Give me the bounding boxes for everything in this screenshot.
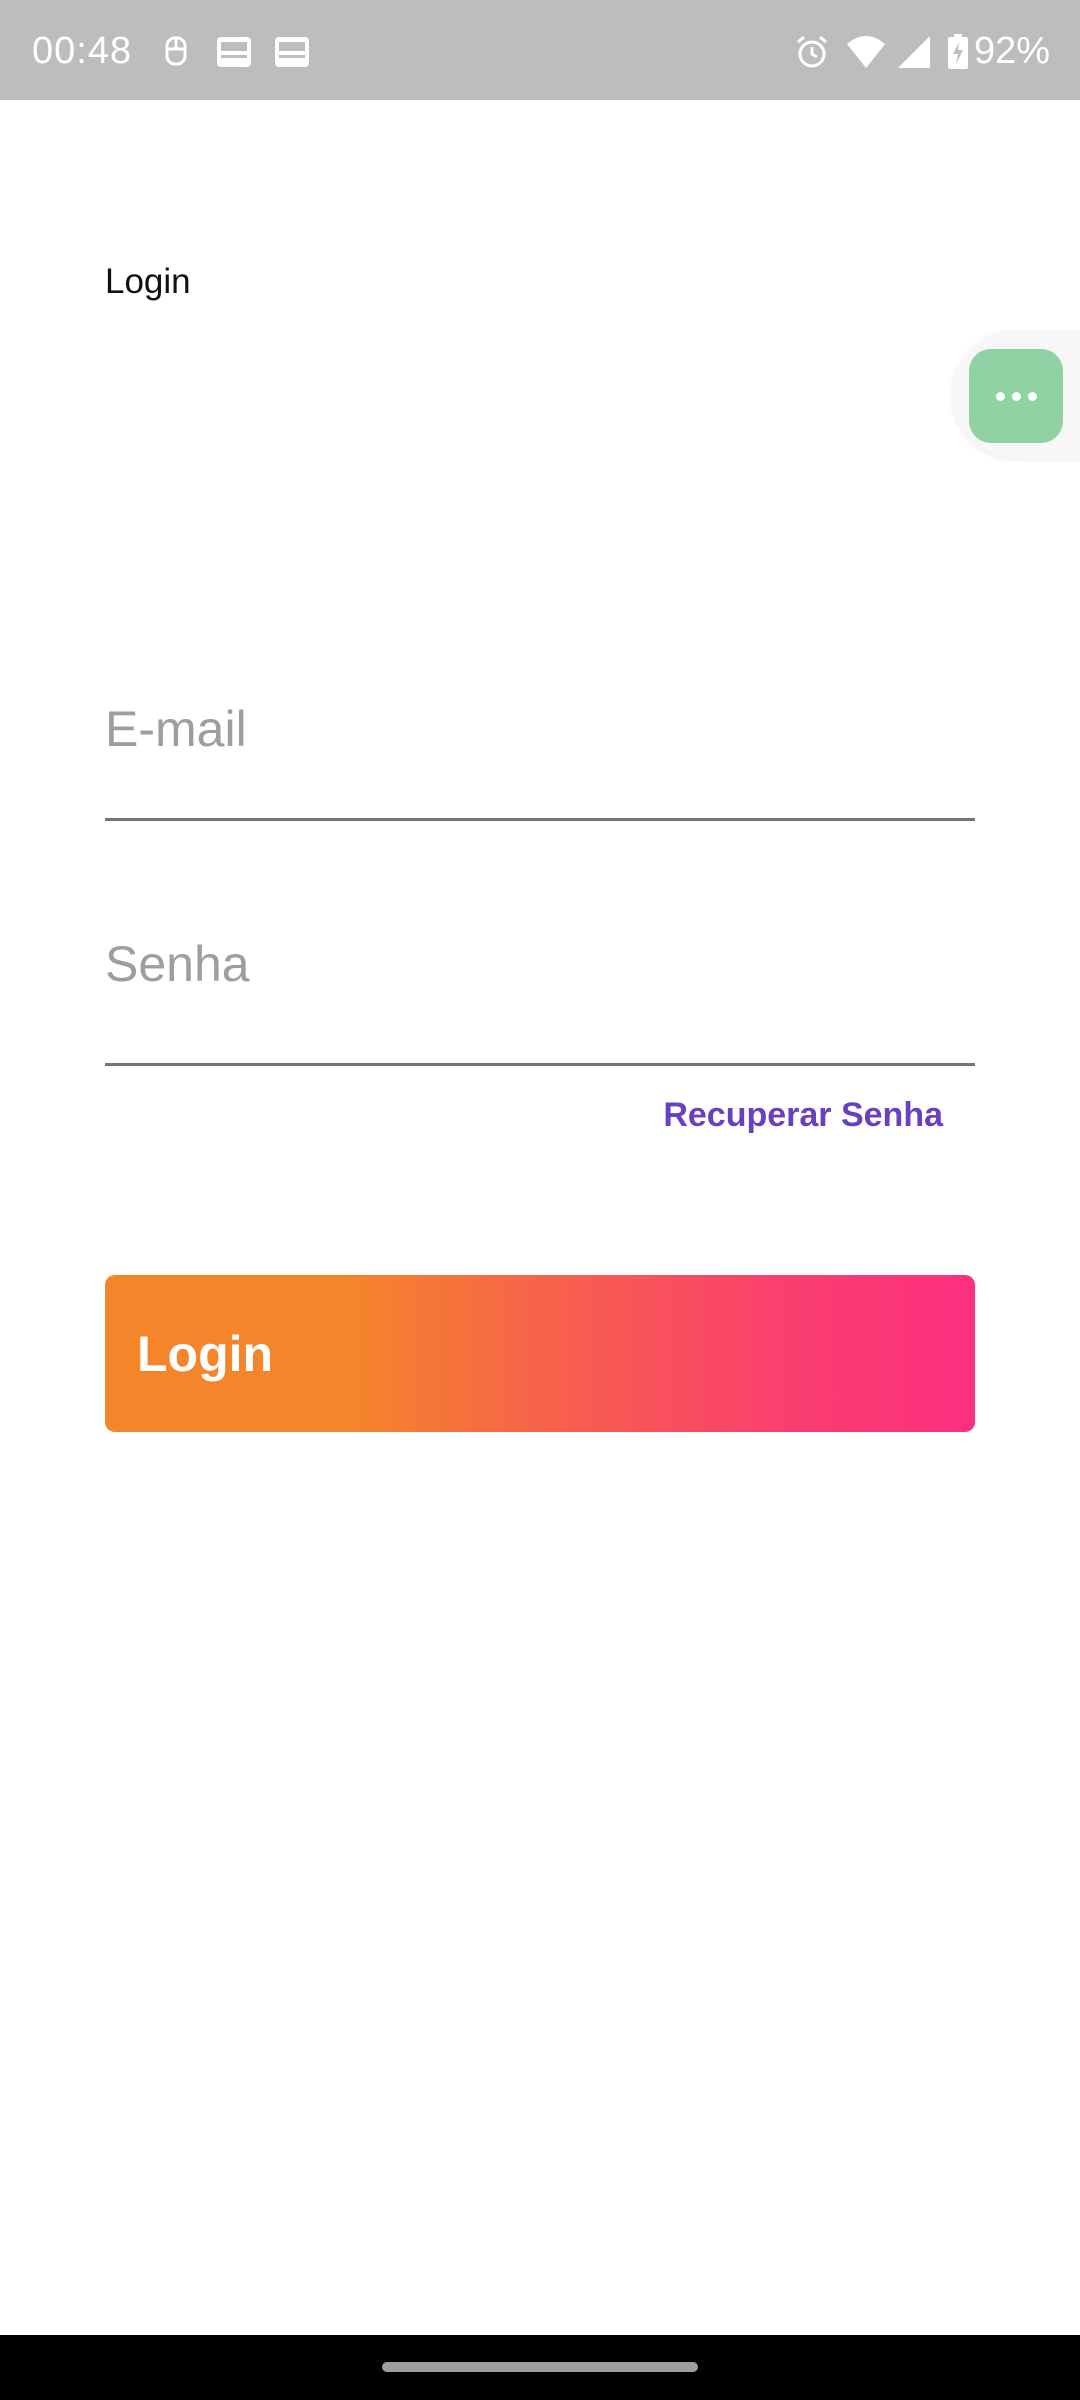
status-time: 00:48 (32, 30, 133, 72)
page-title: Login (105, 262, 191, 301)
password-field[interactable] (105, 935, 975, 1066)
login-button[interactable]: Login (105, 1275, 975, 1432)
cell-signal-icon (898, 36, 930, 68)
battery-charging-icon (948, 34, 968, 69)
login-button-label: Login (137, 1325, 274, 1382)
alarm-icon (797, 35, 827, 68)
floating-menu-button[interactable] (969, 349, 1063, 443)
password-input[interactable] (105, 935, 975, 993)
wifi-icon (847, 36, 885, 68)
battery-percent: 92% (973, 30, 1050, 72)
sim-card-icon (217, 37, 251, 67)
notification-icon (165, 36, 187, 66)
status-bar: 00:48 92% (0, 0, 1080, 100)
email-input[interactable] (105, 700, 975, 758)
home-gesture-handle[interactable] (382, 2362, 698, 2372)
sim-card-icon (275, 37, 309, 67)
navigation-bar (0, 2335, 1080, 2400)
recover-password-link[interactable]: Recuperar Senha (663, 1096, 943, 1135)
email-field[interactable] (105, 700, 975, 821)
more-horizontal-icon (995, 391, 1037, 401)
